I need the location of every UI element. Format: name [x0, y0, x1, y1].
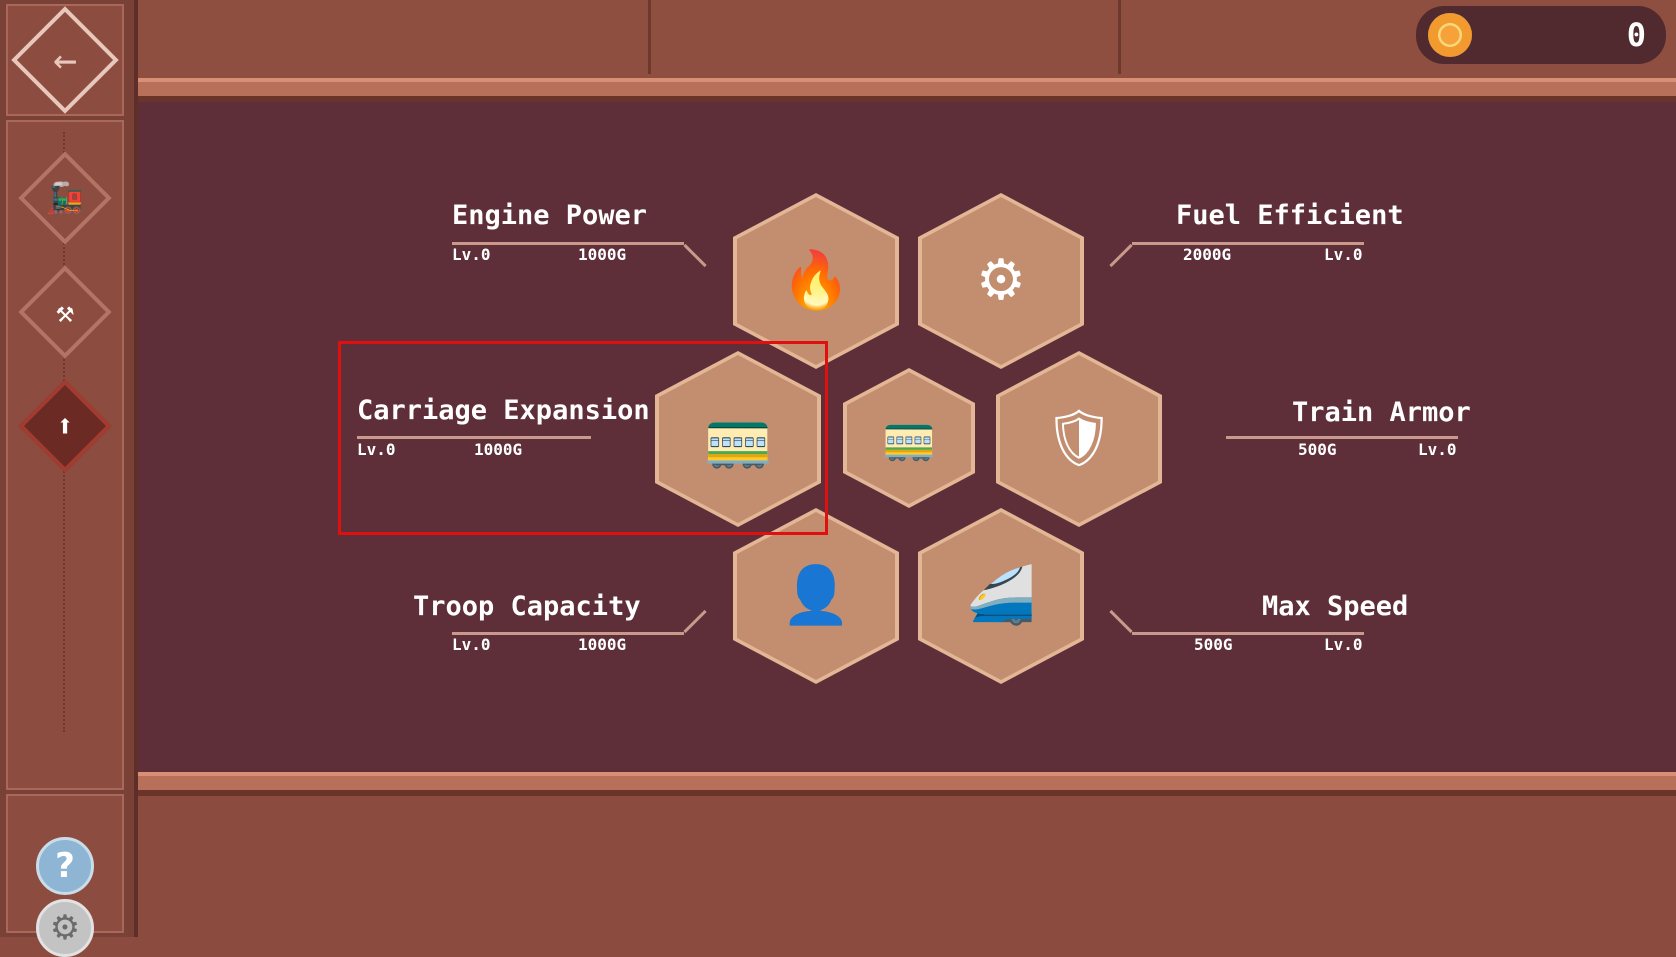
top-rail [138, 78, 1676, 102]
train-icon: 🚂 [46, 180, 84, 216]
sidebar: ← 🚂 ⚒ ⬆ ? ⚙ [0, 0, 138, 957]
fuel-efficient-level: Lv.0 [1324, 245, 1363, 264]
currency-display: 0 [1416, 6, 1666, 64]
engine-power-title: Engine Power [452, 200, 648, 231]
bottom-floor [138, 796, 1676, 937]
troop-capacity-level: Lv.0 [452, 635, 491, 654]
train-icon: 🚃 [881, 412, 937, 463]
fuel-efficient-title: Fuel Efficient [1176, 200, 1404, 231]
back-panel: ← [6, 4, 124, 116]
max-speed-level: Lv.0 [1324, 635, 1363, 654]
utility-panel: ? ⚙ [6, 794, 124, 957]
engine-power-level: Lv.0 [452, 245, 491, 264]
top-wall: 0 [138, 0, 1676, 78]
engine-power-cost: 1000G [578, 245, 627, 264]
max-speed-cost: 500G [1194, 635, 1233, 654]
back-arrow-icon: ← [52, 37, 78, 83]
troop-capacity-title: Troop Capacity [413, 591, 641, 622]
wall-seam [1118, 0, 1121, 74]
max-speed-title: Max Speed [1262, 591, 1409, 622]
settings-button[interactable]: ⚙ [36, 899, 94, 957]
carriage-expansion-cost: 1000G [474, 440, 523, 459]
train-armor-cost: 500G [1298, 440, 1337, 459]
hammer-icon: ⚒ [55, 294, 75, 330]
settings-gear-icon: ⚙ [49, 908, 81, 948]
nav-upgrade-button[interactable]: ⬆ [18, 379, 112, 473]
carriage-expansion-level: Lv.0 [357, 440, 396, 459]
back-button[interactable]: ← [11, 6, 119, 114]
nav-train-button[interactable]: 🚂 [18, 151, 112, 245]
train-plus-icon: 🚃 [703, 406, 773, 471]
wall-seam [648, 0, 651, 74]
currency-value: 0 [1626, 16, 1646, 54]
carriage-expansion-title: Carriage Expansion [357, 395, 650, 426]
soldier-plus-icon: 👤 [781, 563, 851, 628]
engine-block-icon: ⚙ [975, 248, 1027, 313]
armor-shield-icon: 🛡 [1043, 406, 1115, 471]
speedometer-flame-icon: 🔥 [781, 248, 851, 313]
bottom-rail [138, 772, 1676, 796]
gold-coin-icon [1428, 13, 1472, 57]
label-underline [1226, 436, 1458, 439]
label-underline [357, 436, 591, 439]
fuel-efficient-cost: 2000G [1183, 245, 1232, 264]
troop-capacity-cost: 1000G [578, 635, 627, 654]
train-armor-title: Train Armor [1292, 397, 1471, 428]
nav-panel: 🚂 ⚒ ⬆ [6, 120, 124, 790]
help-button[interactable]: ? [36, 837, 94, 895]
train-armor-level: Lv.0 [1418, 440, 1457, 459]
speeding-train-icon: 🚄 [966, 563, 1036, 628]
help-icon: ? [55, 846, 75, 886]
nav-build-button[interactable]: ⚒ [18, 265, 112, 359]
upgrade-arrow-icon: ⬆ [55, 408, 75, 444]
